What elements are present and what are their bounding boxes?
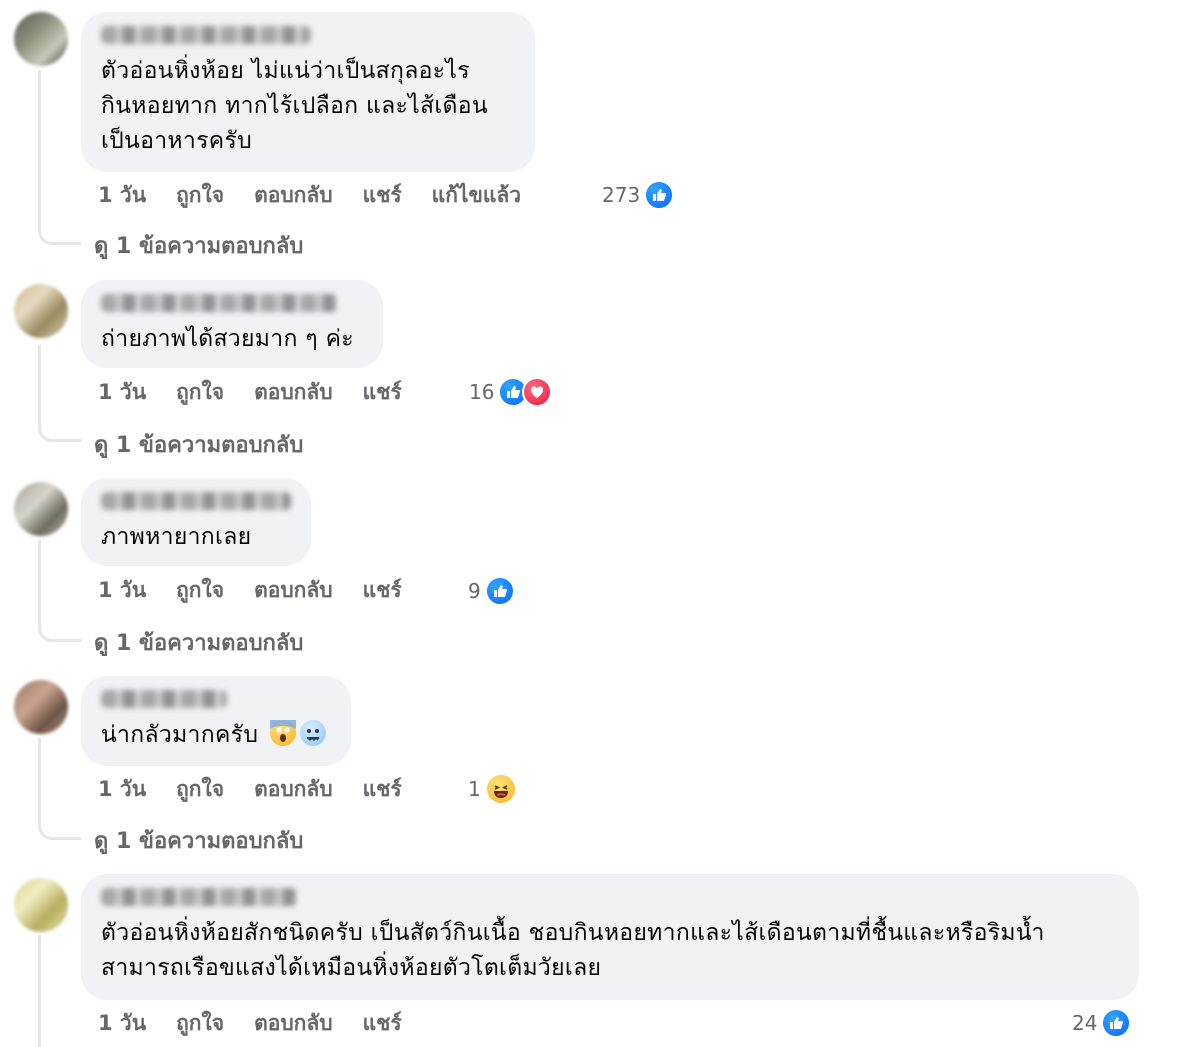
like-button[interactable]: ถูกใจ [176, 1007, 224, 1040]
reply-button[interactable]: ตอบกลับ [254, 773, 333, 806]
comment-time[interactable]: 1 วัน [98, 179, 146, 212]
comment-actions: 1 วัน ถูกใจ ตอบกลับ แชร์ [98, 1008, 432, 1038]
reaction-summary[interactable]: 1 [468, 773, 517, 805]
like-button[interactable]: ถูกใจ [176, 773, 224, 806]
comment-actions: 1 วัน ถูกใจ ตอบกลับ แชร์ แก้ไขแล้ว [98, 180, 551, 210]
reaction-count: 1 [468, 777, 481, 801]
reply-button[interactable]: ตอบกลับ [254, 179, 333, 212]
like-button[interactable]: ถูกใจ [176, 179, 224, 212]
comment-actions: 1 วัน ถูกใจ ตอบกลับ แชร์ [98, 774, 432, 804]
reply-connector [38, 823, 81, 840]
thread-line [38, 540, 41, 626]
reaction-summary[interactable]: 24 [1072, 1007, 1132, 1039]
comment-bubble: ถ่ายภาพได้สวยมาก ๆ ค่ะ [81, 280, 383, 368]
comment-time[interactable]: 1 วัน [98, 376, 146, 409]
author-name-blurred[interactable] [101, 888, 297, 906]
like-button[interactable]: ถูกใจ [176, 574, 224, 607]
comment-text: น่ากลัวมากครับ [101, 718, 331, 753]
share-button[interactable]: แชร์ [363, 574, 402, 607]
comment-text: ตัวอ่อนหิ่งห้อย ไม่แน่ว่าเป็นสกุลอะไร กิ… [101, 58, 488, 154]
reaction-count: 9 [468, 579, 481, 603]
comment-text: ภาพหายากเลย [101, 524, 252, 550]
reaction-summary[interactable]: 9 [468, 575, 515, 607]
thread-line [38, 345, 41, 427]
avatar[interactable] [14, 482, 68, 536]
view-replies-link[interactable]: ดู 1 ข้อความตอบกลับ [94, 427, 303, 462]
edited-label: แก้ไขแล้ว [431, 182, 522, 207]
avatar[interactable] [14, 284, 68, 338]
reply-button[interactable]: ตอบกลับ [254, 376, 333, 409]
view-replies-link[interactable]: ดู 1 ข้อความตอบกลับ [94, 625, 303, 660]
author-name-blurred[interactable] [101, 26, 311, 44]
comment-bubble: ตัวอ่อนหิ่งห้อย ไม่แน่ว่าเป็นสกุลอะไร กิ… [81, 12, 535, 172]
reply-connector [38, 425, 81, 442]
comment-actions: 1 วัน ถูกใจ ตอบกลับ แชร์ [98, 377, 432, 407]
view-replies-link[interactable]: ดู 1 ข้อความตอบกลับ [94, 823, 303, 858]
like-icon [484, 576, 515, 606]
thread-line [38, 935, 41, 1047]
like-button[interactable]: ถูกใจ [176, 376, 224, 409]
comment-bubble: ตัวอ่อนหิ่งห้อยสักชนิดครับ เป็นสัตว์กินเ… [81, 874, 1139, 1000]
reply-button[interactable]: ตอบกลับ [254, 1007, 333, 1040]
comment-time[interactable]: 1 วัน [98, 773, 146, 806]
scream-emoji-icon [270, 720, 297, 746]
author-name-blurred[interactable] [101, 492, 291, 510]
share-button[interactable]: แชร์ [363, 1007, 402, 1040]
like-icon [1101, 1008, 1132, 1038]
thread-line [38, 738, 41, 824]
haha-icon [484, 773, 517, 805]
avatar[interactable] [14, 12, 68, 66]
reaction-summary[interactable]: 273 [602, 179, 675, 211]
comment-bubble: น่ากลัวมากครับ [81, 676, 351, 766]
comment-text: ตัวอ่อนหิ่งห้อยสักชนิดครับ เป็นสัตว์กินเ… [101, 920, 1045, 981]
thread-line [38, 70, 41, 230]
comment-time[interactable]: 1 วัน [98, 574, 146, 607]
share-button[interactable]: แชร์ [363, 773, 402, 806]
reaction-count: 273 [602, 183, 641, 207]
comment-time[interactable]: 1 วัน [98, 1007, 146, 1040]
author-name-blurred[interactable] [101, 690, 227, 708]
comment-actions: 1 วัน ถูกใจ ตอบกลับ แชร์ [98, 575, 432, 605]
cold-sweat-emoji-icon [300, 720, 327, 746]
comment-text: ถ่ายภาพได้สวยมาก ๆ ค่ะ [101, 326, 354, 352]
share-button[interactable]: แชร์ [363, 179, 402, 212]
like-icon [644, 180, 675, 210]
reaction-count: 24 [1072, 1011, 1098, 1035]
share-button[interactable]: แชร์ [363, 376, 402, 409]
reply-button[interactable]: ตอบกลับ [254, 574, 333, 607]
avatar[interactable] [14, 680, 68, 734]
author-name-blurred[interactable] [101, 294, 337, 312]
comment-text-content: น่ากลัวมากครับ [101, 722, 259, 748]
comment-bubble: ภาพหายากเลย [81, 478, 311, 566]
reply-connector [38, 625, 81, 642]
love-icon [522, 377, 553, 407]
avatar[interactable] [14, 878, 68, 932]
view-replies-link[interactable]: ดู 1 ข้อความตอบกลับ [94, 228, 303, 263]
reply-connector [38, 228, 81, 245]
reaction-summary[interactable]: 16 [469, 376, 553, 408]
reaction-count: 16 [469, 380, 495, 404]
